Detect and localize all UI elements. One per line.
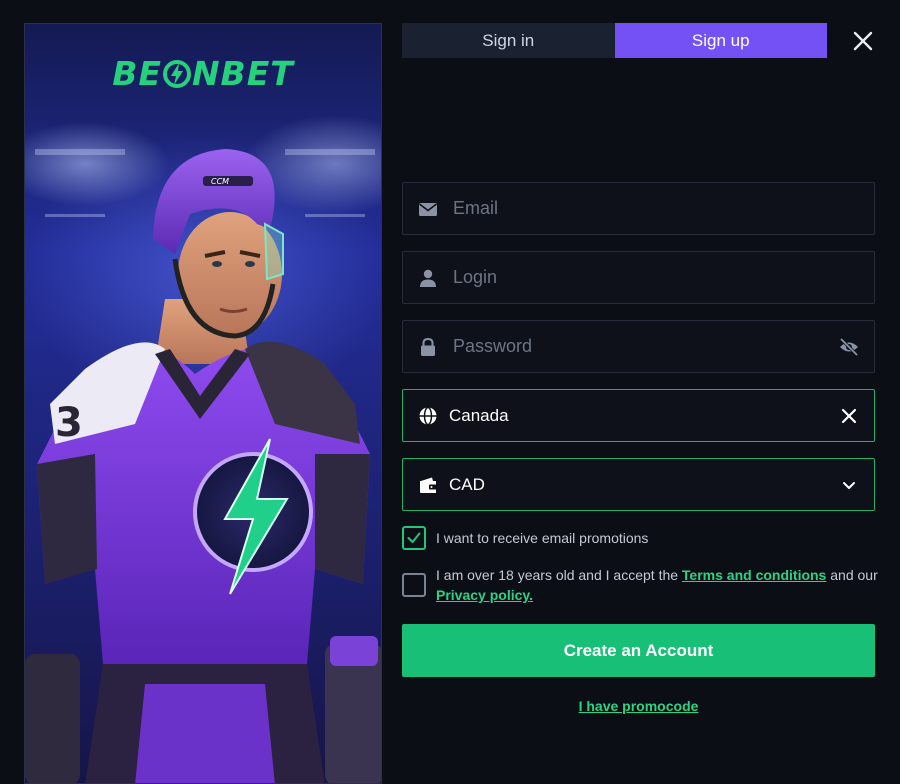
terms-link[interactable]: Terms and conditions [682, 567, 826, 583]
svg-text:3: 3 [55, 400, 83, 446]
lock-icon [421, 337, 435, 356]
hockey-player-illustration: 3 CCM [25, 149, 381, 783]
email-promotions-consent: I want to receive email promotions [402, 526, 880, 550]
tab-sign-up[interactable]: Sign up [614, 23, 827, 58]
auth-tabs: Sign in Sign up [402, 23, 827, 58]
terms-consent: I am over 18 years old and I accept the … [402, 565, 880, 605]
login-input[interactable] [438, 252, 874, 303]
privacy-policy-link[interactable]: Privacy policy. [436, 587, 533, 603]
login-field-container [402, 251, 875, 304]
country-select[interactable]: Canada [402, 389, 875, 442]
lightning-logo-icon [162, 60, 191, 88]
email-promotions-label: I want to receive email promotions [436, 530, 649, 546]
password-field-container [402, 320, 875, 373]
eye-off-icon[interactable] [838, 336, 860, 358]
terms-text-middle: and our [830, 567, 878, 583]
currency-select[interactable]: CAD [402, 458, 875, 511]
checkmark-icon [407, 532, 421, 543]
chevron-down-icon [843, 481, 855, 489]
svg-text:CCM: CCM [211, 177, 229, 186]
password-input[interactable] [438, 321, 838, 372]
user-icon [420, 269, 436, 287]
envelope-icon [419, 202, 437, 216]
close-icon[interactable] [838, 405, 860, 427]
terms-checkbox[interactable] [402, 573, 426, 597]
email-input[interactable] [438, 183, 874, 234]
terms-text: I am over 18 years old and I accept the … [436, 565, 880, 605]
promo-banner: 3 CCM BE NBET [24, 23, 382, 784]
country-value: Canada [449, 405, 509, 425]
beonbet-logo: BE NBET [112, 54, 294, 93]
close-icon[interactable] [851, 29, 875, 53]
create-account-button[interactable]: Create an Account [402, 624, 875, 677]
globe-icon [419, 406, 437, 425]
promocode-link: I have promocode [402, 698, 875, 714]
promocode-link-text[interactable]: I have promocode [579, 698, 699, 714]
currency-value: CAD [449, 474, 485, 494]
wallet-icon [420, 477, 437, 493]
terms-text-before: I am over 18 years old and I accept the [436, 567, 679, 583]
tab-sign-in[interactable]: Sign in [402, 23, 615, 58]
email-field-container [402, 182, 875, 235]
email-promotions-checkbox[interactable] [402, 526, 426, 550]
